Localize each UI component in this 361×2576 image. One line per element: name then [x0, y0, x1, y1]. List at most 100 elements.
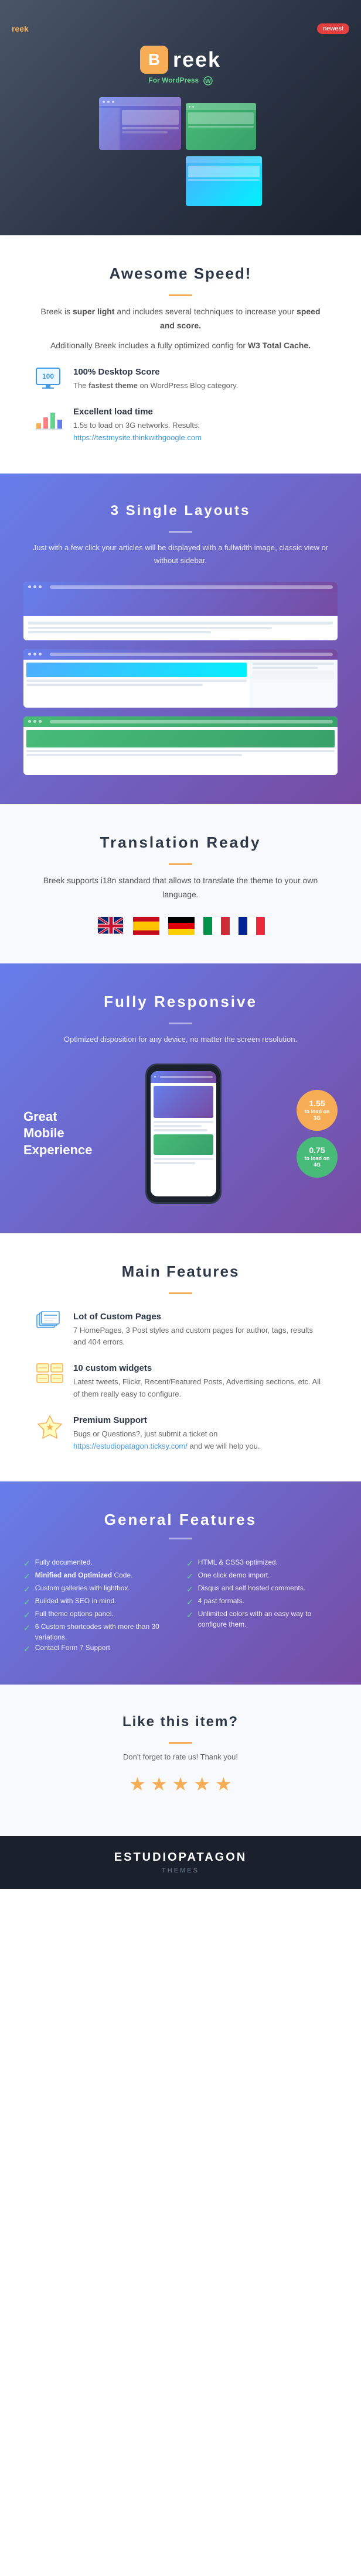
flag-italy — [203, 917, 229, 934]
layout-fullwidth — [23, 582, 338, 640]
speed-desc-2: Additionally Breek includes a fully opti… — [35, 339, 326, 353]
responsive-section: Fully Responsive Optimized disposition f… — [0, 963, 361, 1233]
check-icon: ✓ — [186, 1558, 193, 1570]
phone-mockup — [82, 1064, 285, 1204]
like-subtitle: Don't forget to rate us! Thank you! — [35, 1752, 326, 1761]
flag-france — [238, 917, 264, 934]
support-link[interactable]: https://estudiopatagon.ticksy.com/ — [73, 1442, 188, 1450]
svg-text:100: 100 — [42, 372, 54, 380]
logo-letter: B — [140, 46, 168, 74]
screenshot-2 — [186, 103, 256, 150]
responsive-content: Great Mobile Experience — [23, 1064, 338, 1204]
layout-classic — [23, 649, 338, 708]
left-features: ✓ Fully documented. ✓ Minified and Optim… — [23, 1557, 175, 1655]
check-icon: ✓ — [186, 1609, 193, 1621]
speed-badge-4g: 0.75 to load on 4G — [297, 1137, 338, 1178]
logo-name: reek — [173, 47, 221, 72]
flag-spain — [132, 917, 159, 934]
premium-support-feature: ★ Premium Support Bugs or Questions?, ju… — [35, 1415, 326, 1453]
check-icon: ✓ — [23, 1622, 30, 1634]
custom-widgets-content: 10 custom widgets Latest tweets, Flickr,… — [73, 1363, 326, 1401]
check-icon: ✓ — [23, 1643, 30, 1655]
feature-check-8: ✓ HTML & CSS3 optimized. — [186, 1557, 338, 1570]
star-2: ★ — [151, 1773, 168, 1795]
hero-brand: reek — [12, 24, 29, 33]
stars-container: ★ ★ ★ ★ ★ — [35, 1773, 326, 1795]
layouts-grid — [23, 582, 338, 775]
translation-divider — [169, 863, 192, 865]
hero-badge: newest — [317, 23, 349, 34]
main-features-title: Main Features — [35, 1263, 326, 1281]
mobile-label: Great Mobile Experience — [23, 1109, 70, 1159]
layouts-desc: Just with a few click your articles will… — [23, 541, 338, 567]
feature-check-1: ✓ Fully documented. — [23, 1557, 175, 1570]
translation-title: Translation Ready — [35, 833, 326, 852]
flags-container — [35, 917, 326, 934]
right-features: ✓ HTML & CSS3 optimized. ✓ One click dem… — [186, 1557, 338, 1655]
desktop-score-icon: 100 — [35, 367, 64, 390]
premium-support-icon: ★ — [35, 1415, 64, 1439]
custom-widgets-feature: 10 custom widgets Latest tweets, Flickr,… — [35, 1363, 326, 1401]
hero-section: reek newest B reek For WordPress W — [0, 0, 361, 235]
check-icon: ✓ — [23, 1609, 30, 1621]
feature-check-11: ✓ 4 past formats. — [186, 1596, 338, 1608]
desktop-score-feature: 100 100% Desktop Score The fastest theme… — [35, 367, 326, 392]
phone-content — [151, 1083, 216, 1169]
speed-link[interactable]: https://testmysite.thinkwithgoogle.com — [73, 433, 202, 442]
footer-brand: ESTUDIOPATAGON — [114, 1851, 247, 1864]
speed-desc-1: Breek is super light and includes severa… — [35, 305, 326, 333]
star-4: ★ — [193, 1773, 210, 1795]
star-5: ★ — [215, 1773, 232, 1795]
footer-logo: ESTUDIOPATAGON THEMES — [15, 1851, 346, 1874]
feature-check-6: ✓ 6 Custom shortcodes with more than 30 … — [23, 1621, 175, 1642]
check-icon: ✓ — [23, 1558, 30, 1570]
responsive-divider — [169, 1023, 192, 1024]
check-icon: ✓ — [186, 1596, 193, 1608]
feature-check-4: ✓ Builded with SEO in mind. — [23, 1596, 175, 1608]
feature-check-9: ✓ One click demo import. — [186, 1570, 338, 1583]
footer-section: ESTUDIOPATAGON THEMES — [0, 1836, 361, 1889]
custom-pages-content: Lot of Custom Pages 7 HomePages, 3 Post … — [73, 1312, 326, 1349]
phone-screen-header — [151, 1071, 216, 1083]
speed-badge-3g: 1.55 to load on 3G — [297, 1090, 338, 1131]
like-title: Like this item? — [35, 1714, 326, 1730]
layouts-section: 3 Single Layouts Just with a few click y… — [0, 474, 361, 804]
star-1: ★ — [129, 1773, 146, 1795]
hero-logo-container: B reek For WordPress W — [12, 46, 349, 85]
custom-pages-feature: Lot of Custom Pages 7 HomePages, 3 Post … — [35, 1312, 326, 1349]
star-3: ★ — [172, 1773, 189, 1795]
translation-desc: Breek supports i18n standard that allows… — [35, 874, 326, 902]
check-icon: ✓ — [186, 1583, 193, 1596]
translation-section: Translation Ready Breek supports i18n st… — [0, 804, 361, 963]
speed-section: Awesome Speed! Breek is super light and … — [0, 235, 361, 474]
load-time-feature: Excellent load time 1.5s to load on 3G n… — [35, 407, 326, 444]
speed-badges: 1.55 to load on 3G 0.75 to load on 4G — [297, 1090, 338, 1178]
feature-check-7: ✓ Contact Form 7 Support — [23, 1642, 175, 1655]
load-time-content: Excellent load time 1.5s to load on 3G n… — [73, 407, 326, 444]
layout-nosidebar — [23, 716, 338, 775]
speed-divider — [169, 294, 192, 296]
responsive-title: Fully Responsive — [23, 993, 338, 1011]
main-features-divider — [169, 1292, 192, 1294]
flag-uk — [97, 917, 124, 934]
check-icon: ✓ — [186, 1570, 193, 1583]
custom-widgets-icon — [35, 1363, 64, 1387]
premium-support-content: Premium Support Bugs or Questions?, just… — [73, 1415, 326, 1453]
flag-germany — [168, 917, 194, 934]
screenshot-1 — [99, 97, 181, 150]
hero-logo: B reek — [140, 46, 221, 74]
feature-check-12: ✓ Unlimited colors with an easy way to c… — [186, 1608, 338, 1630]
check-icon: ✓ — [23, 1583, 30, 1596]
hero-screenshots — [12, 97, 349, 206]
layouts-divider — [169, 531, 192, 533]
feature-check-3: ✓ Custom galleries with lightbox. — [23, 1583, 175, 1596]
desktop-score-content: 100% Desktop Score The fastest theme on … — [73, 367, 238, 392]
for-wp-label: For WordPress W — [148, 76, 212, 85]
speed-title: Awesome Speed! — [35, 265, 326, 283]
general-divider — [169, 1538, 192, 1539]
general-features-section: General Features ✓ Fully documented. ✓ M… — [0, 1481, 361, 1685]
custom-pages-icon — [35, 1312, 64, 1335]
check-icon: ✓ — [23, 1596, 30, 1608]
phone-screen — [151, 1071, 216, 1196]
footer-tagline: THEMES — [162, 1867, 199, 1874]
